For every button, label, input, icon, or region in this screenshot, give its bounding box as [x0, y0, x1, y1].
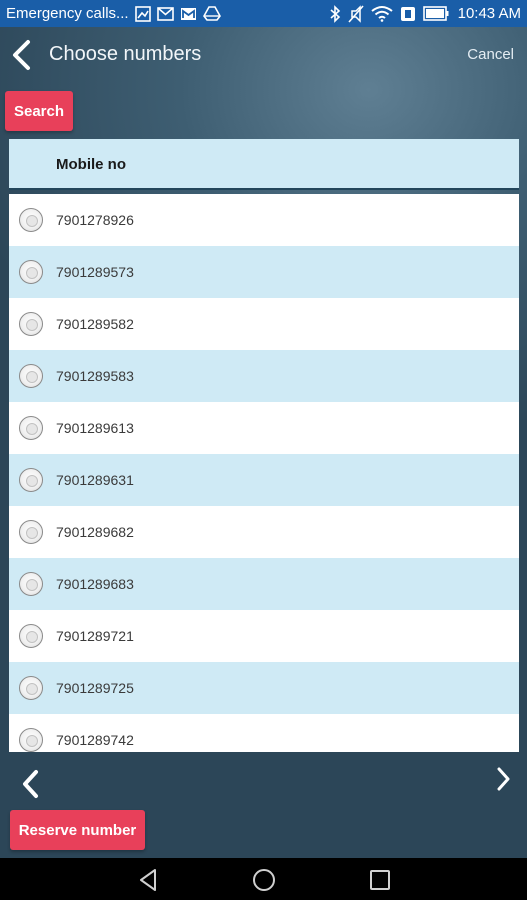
search-button[interactable]: Search — [5, 91, 73, 131]
list-item[interactable]: 7901289613 — [9, 402, 519, 454]
radio-button[interactable] — [19, 208, 43, 232]
column-header-mobile-no: Mobile no — [56, 156, 126, 173]
mobile-number: 7901278926 — [56, 212, 134, 228]
list-item[interactable]: 7901289683 — [9, 558, 519, 610]
list-item[interactable]: 7901289682 — [9, 506, 519, 558]
mute-icon — [348, 4, 364, 23]
bluetooth-icon — [329, 4, 341, 23]
previous-page-button[interactable] — [18, 768, 44, 800]
radio-button[interactable] — [19, 728, 43, 752]
cancel-button[interactable]: Cancel — [467, 46, 514, 63]
mobile-number: 7901289683 — [56, 576, 134, 592]
mobile-number: 7901289631 — [56, 472, 134, 488]
battery-icon — [422, 6, 449, 21]
radio-button[interactable] — [19, 416, 43, 440]
email-icon — [156, 6, 174, 21]
radio-button[interactable] — [19, 624, 43, 648]
list-item[interactable]: 7901289721 — [9, 610, 519, 662]
radio-button[interactable] — [19, 520, 43, 544]
list-item[interactable]: 7901289742 — [9, 714, 519, 752]
mobile-number: 7901289682 — [56, 524, 134, 540]
notification-text: Emergency calls... — [6, 5, 129, 22]
app-bar: Choose numbers Cancel — [0, 27, 527, 83]
status-bar: Emergency calls... 10:43 AM — [0, 0, 527, 27]
triangle-back-icon — [136, 869, 162, 897]
nav-back-button[interactable] — [136, 867, 162, 893]
mobile-number: 7901289613 — [56, 420, 134, 436]
gmail-icon — [180, 7, 197, 21]
mobile-number: 7901289582 — [56, 316, 134, 332]
radio-button[interactable] — [19, 312, 43, 336]
radio-button[interactable] — [19, 572, 43, 596]
square-recents-icon — [367, 870, 393, 897]
status-time: 10:43 AM — [457, 5, 521, 22]
chevron-left-icon — [8, 40, 38, 75]
page-title: Choose numbers — [49, 43, 202, 65]
system-nav-bar — [0, 858, 527, 900]
circle-home-icon — [251, 869, 277, 897]
list-item[interactable]: 7901289631 — [9, 454, 519, 506]
nav-recents-button[interactable] — [367, 867, 393, 893]
chevron-left-icon — [18, 770, 44, 804]
radio-button[interactable] — [19, 676, 43, 700]
table-header: Mobile no — [9, 139, 519, 190]
radio-button[interactable] — [19, 468, 43, 492]
mobile-number: 7901289721 — [56, 628, 134, 644]
nfc-icon — [400, 6, 416, 22]
back-button[interactable] — [8, 39, 38, 71]
radio-button[interactable] — [19, 364, 43, 388]
mobile-number: 7901289742 — [56, 732, 134, 748]
image-icon — [134, 5, 151, 22]
mobile-number: 7901289725 — [56, 680, 134, 696]
wifi-icon — [370, 5, 393, 22]
list-item[interactable]: 7901289725 — [9, 662, 519, 714]
number-list[interactable]: 7901278926 7901289573 7901289582 7901289… — [9, 194, 519, 752]
nav-home-button[interactable] — [251, 867, 277, 893]
reserve-number-button[interactable]: Reserve number — [10, 810, 145, 850]
next-page-button[interactable] — [494, 766, 514, 792]
chevron-right-icon — [494, 767, 514, 796]
list-item[interactable]: 7901289573 — [9, 246, 519, 298]
list-item[interactable]: 7901289582 — [9, 298, 519, 350]
list-item[interactable]: 7901289583 — [9, 350, 519, 402]
radio-button[interactable] — [19, 260, 43, 284]
mobile-number: 7901289583 — [56, 368, 134, 384]
mobile-number: 7901289573 — [56, 264, 134, 280]
list-item[interactable]: 7901278926 — [9, 194, 519, 246]
drive-icon — [202, 6, 221, 21]
